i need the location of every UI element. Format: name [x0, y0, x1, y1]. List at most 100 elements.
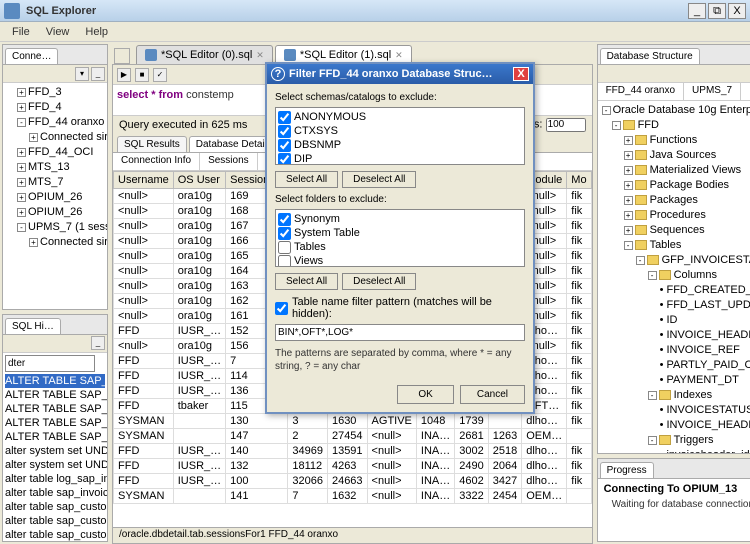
folder-item[interactable]: Tables [278, 240, 522, 254]
schema-item[interactable]: DIP [278, 152, 522, 165]
window-restore-button[interactable]: ⧉ [708, 3, 726, 19]
tree-folder[interactable]: -Tables [600, 238, 750, 253]
sqlhist-item[interactable]: ALTER TABLE SAP_STOCI [5, 402, 105, 416]
menu-help[interactable]: Help [77, 24, 116, 40]
dbconn-tab-1[interactable]: UPMS_7 [684, 83, 741, 100]
table-row[interactable]: SYSMAN13031630AGTIVE10481739dlho…fik [114, 414, 592, 429]
schema-item[interactable]: DBSNMP [278, 138, 522, 152]
schema-item[interactable]: CTXSYS [278, 124, 522, 138]
tree-folder[interactable]: +Packages [600, 193, 750, 208]
tree-leaf[interactable]: • FFD_LAST_UPDATED_ [600, 298, 750, 313]
tree-leaf[interactable]: • invoiceheader_id_GFP [600, 448, 750, 453]
folders-deselectall-button[interactable]: Deselect All [342, 273, 416, 290]
connection-item[interactable]: +MTS_13 [5, 160, 105, 175]
sqlhist-item[interactable]: alter table log_sap_invoic [5, 472, 105, 486]
table-row[interactable]: SYSMAN147227454<null>INA…26811263OEM… [114, 429, 592, 444]
run-icon[interactable]: ▶ [117, 68, 131, 82]
tree-folder[interactable]: +Java Sources [600, 148, 750, 163]
connections-menu-icon[interactable]: ▾ [75, 67, 89, 81]
sqlhist-item[interactable]: ALTER TABLE SAP_STOCI [5, 430, 105, 444]
stop-icon[interactable]: ■ [135, 68, 149, 82]
tree-folder[interactable]: -GFP_INVOICESTATUS [600, 253, 750, 268]
tree-folder[interactable]: -FFD [600, 118, 750, 133]
tree-folder[interactable]: +Procedures [600, 208, 750, 223]
sqlhist-filter-input[interactable] [5, 355, 95, 372]
connection-item[interactable]: +FFD_3 [5, 85, 105, 100]
tree-leaf[interactable]: • PARTLY_PAID_CD [600, 358, 750, 373]
tree-leaf[interactable]: • ID [600, 313, 750, 328]
results-tab-sql[interactable]: SQL Results [117, 136, 187, 152]
sqlhist-item[interactable]: alter system set UNDO_R [5, 458, 105, 472]
sqlhist-list[interactable]: ALTER TABLE SAP_INVOIALTER TABLE SAP_STO… [5, 374, 105, 541]
folders-listbox[interactable]: SynonymSystem TableTablesViews [275, 209, 525, 267]
connections-tree[interactable]: +FFD_3+FFD_4-FFD_44 oranxo (1+Connected … [5, 85, 105, 250]
connection-item[interactable]: +Connected sir [5, 235, 105, 250]
help-icon[interactable]: ? [271, 67, 285, 81]
cancel-button[interactable]: Cancel [460, 385, 525, 404]
dialog-close-button[interactable]: X [513, 67, 529, 81]
sqlhist-item[interactable]: ALTER TABLE SAP_INVOI [5, 374, 105, 388]
connections-tab[interactable]: Conne… [5, 48, 58, 64]
tree-leaf[interactable]: • INVOICE_HEADER_ID [600, 328, 750, 343]
connection-item[interactable]: +Connected sir [5, 130, 105, 145]
close-icon[interactable]: ✕ [256, 50, 264, 61]
sqlhist-item[interactable]: alter table sap_customerl [5, 528, 105, 541]
dbstruct-tree[interactable]: -Oracle Database 10g Enterprise Edition … [600, 103, 750, 453]
connection-item[interactable]: -FFD_44 oranxo (1 [5, 115, 105, 130]
window-close-button[interactable]: X [728, 3, 746, 19]
column-header[interactable]: OS User [173, 172, 225, 189]
ok-button[interactable]: OK [397, 385, 453, 404]
dbstruct-tab[interactable]: Database Structure [600, 48, 700, 64]
dbconn-tab-0[interactable]: FFD_44 oranxo [598, 83, 684, 100]
table-row[interactable]: FFDIUSR_…1003206624663<null>INA…46023427… [114, 474, 592, 489]
sqlhist-item[interactable]: alter table sap_invoiceline [5, 486, 105, 500]
sqlhist-tab[interactable]: SQL Hi… [5, 318, 61, 334]
column-header[interactable]: Mo [567, 172, 591, 189]
connection-item[interactable]: +FFD_4 [5, 100, 105, 115]
schemas-selectall-button[interactable]: Select All [275, 171, 338, 188]
editor-nav-icon[interactable] [114, 48, 130, 64]
table-row[interactable]: FFDIUSR_…132181124263<null>INA…24902064d… [114, 459, 592, 474]
tree-folder[interactable]: +Materialized Views [600, 163, 750, 178]
folders-selectall-button[interactable]: Select All [275, 273, 338, 290]
tree-leaf[interactable]: • PAYMENT_DT [600, 373, 750, 388]
schemas-deselectall-button[interactable]: Deselect All [342, 171, 416, 188]
editor-tab-0[interactable]: *SQL Editor (0).sql✕ [136, 45, 273, 64]
folder-item[interactable]: Synonym [278, 212, 522, 226]
sqlhist-item[interactable]: alter table sap_customerl [5, 500, 105, 514]
tree-folder[interactable]: -Columns [600, 268, 750, 283]
tree-leaf[interactable]: • INVOICE_HEADER [600, 418, 750, 433]
connection-item[interactable]: +FFD_44_OCI [5, 145, 105, 160]
close-icon[interactable]: ✕ [395, 50, 403, 61]
table-row[interactable]: SYSMAN14171632<null>INA…33222454OEM… [114, 489, 592, 504]
connection-item[interactable]: +OPIUM_26 [5, 205, 105, 220]
subtab-conninfo[interactable]: Connection Info [113, 153, 200, 170]
folder-item[interactable]: Views [278, 254, 522, 267]
tree-leaf[interactable]: • INVOICESTATUS_S1 [600, 403, 750, 418]
tree-folder[interactable]: -Indexes [600, 388, 750, 403]
table-row[interactable]: FFDIUSR_…1403496913591<null>INA…30022518… [114, 444, 592, 459]
window-minimize-button[interactable]: _ [688, 3, 706, 19]
tree-leaf[interactable]: • INVOICE_REF [600, 343, 750, 358]
results-tab-dbdetail[interactable]: Database Detail [189, 136, 274, 152]
schemas-listbox[interactable]: ANONYMOUSCTXSYSDBSNMPDIP [275, 107, 525, 165]
sqlhist-item[interactable]: alter table sap_customerl [5, 514, 105, 528]
connections-min-icon[interactable]: _ [91, 67, 105, 81]
tree-folder[interactable]: +Functions [600, 133, 750, 148]
folder-item[interactable]: System Table [278, 226, 522, 240]
tree-leaf[interactable]: • FFD_CREATED_DT [600, 283, 750, 298]
commit-icon[interactable]: ✓ [153, 68, 167, 82]
row-limit-input[interactable] [546, 118, 586, 132]
column-header[interactable]: Username [114, 172, 174, 189]
connection-item[interactable]: +MTS_7 [5, 175, 105, 190]
sqlhist-item[interactable]: ALTER TABLE SAP_STOCI [5, 388, 105, 402]
tree-folder[interactable]: -Triggers [600, 433, 750, 448]
menu-file[interactable]: File [4, 24, 38, 40]
name-filter-checkbox[interactable] [275, 302, 288, 315]
connection-item[interactable]: +OPIUM_26 [5, 190, 105, 205]
tree-folder[interactable]: +Sequences [600, 223, 750, 238]
progress-tab[interactable]: Progress [600, 462, 654, 478]
tree-folder[interactable]: +Package Bodies [600, 178, 750, 193]
subtab-sessions[interactable]: Sessions [200, 153, 258, 170]
connection-item[interactable]: -UPMS_7 (1 sessio [5, 220, 105, 235]
